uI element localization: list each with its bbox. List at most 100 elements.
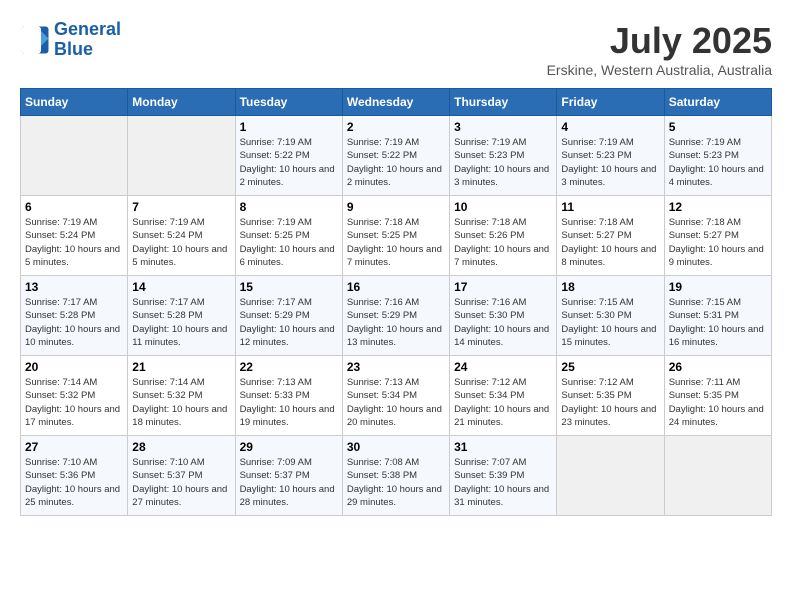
daylight-text: Daylight: 10 hours and 5 minutes. [25,243,123,270]
sunset-text: Sunset: 5:31 PM [669,309,767,322]
daylight-text: Daylight: 10 hours and 7 minutes. [454,243,552,270]
day-info: Sunrise: 7:10 AM Sunset: 5:36 PM Dayligh… [25,456,123,509]
calendar-week-2: 6 Sunrise: 7:19 AM Sunset: 5:24 PM Dayli… [21,196,772,276]
day-info: Sunrise: 7:14 AM Sunset: 5:32 PM Dayligh… [25,376,123,429]
month-title: July 2025 [547,20,772,62]
calendar-cell: 16 Sunrise: 7:16 AM Sunset: 5:29 PM Dayl… [342,276,449,356]
sunrise-text: Sunrise: 7:13 AM [347,376,445,389]
day-info: Sunrise: 7:10 AM Sunset: 5:37 PM Dayligh… [132,456,230,509]
weekday-header-thursday: Thursday [450,89,557,116]
sunrise-text: Sunrise: 7:19 AM [240,136,338,149]
sunrise-text: Sunrise: 7:17 AM [25,296,123,309]
daylight-text: Daylight: 10 hours and 19 minutes. [240,403,338,430]
day-info: Sunrise: 7:17 AM Sunset: 5:28 PM Dayligh… [25,296,123,349]
daylight-text: Daylight: 10 hours and 10 minutes. [25,323,123,350]
day-number: 6 [25,200,123,214]
day-info: Sunrise: 7:19 AM Sunset: 5:23 PM Dayligh… [669,136,767,189]
sunrise-text: Sunrise: 7:14 AM [132,376,230,389]
sunset-text: Sunset: 5:39 PM [454,469,552,482]
sunrise-text: Sunrise: 7:11 AM [669,376,767,389]
sunrise-text: Sunrise: 7:17 AM [132,296,230,309]
day-info: Sunrise: 7:17 AM Sunset: 5:29 PM Dayligh… [240,296,338,349]
calendar-cell: 29 Sunrise: 7:09 AM Sunset: 5:37 PM Dayl… [235,436,342,516]
day-info: Sunrise: 7:07 AM Sunset: 5:39 PM Dayligh… [454,456,552,509]
day-number: 20 [25,360,123,374]
sunset-text: Sunset: 5:36 PM [25,469,123,482]
sunrise-text: Sunrise: 7:12 AM [561,376,659,389]
calendar-cell: 6 Sunrise: 7:19 AM Sunset: 5:24 PM Dayli… [21,196,128,276]
day-number: 31 [454,440,552,454]
day-info: Sunrise: 7:18 AM Sunset: 5:27 PM Dayligh… [669,216,767,269]
day-info: Sunrise: 7:19 AM Sunset: 5:23 PM Dayligh… [561,136,659,189]
daylight-text: Daylight: 10 hours and 8 minutes. [561,243,659,270]
day-info: Sunrise: 7:19 AM Sunset: 5:23 PM Dayligh… [454,136,552,189]
sunset-text: Sunset: 5:25 PM [347,229,445,242]
logo-line2: Blue [54,39,93,59]
sunrise-text: Sunrise: 7:16 AM [454,296,552,309]
sunrise-text: Sunrise: 7:16 AM [347,296,445,309]
day-info: Sunrise: 7:15 AM Sunset: 5:30 PM Dayligh… [561,296,659,349]
calendar-cell: 18 Sunrise: 7:15 AM Sunset: 5:30 PM Dayl… [557,276,664,356]
day-number: 24 [454,360,552,374]
day-number: 18 [561,280,659,294]
day-info: Sunrise: 7:18 AM Sunset: 5:25 PM Dayligh… [347,216,445,269]
calendar-cell [664,436,771,516]
day-number: 12 [669,200,767,214]
sunset-text: Sunset: 5:35 PM [561,389,659,402]
daylight-text: Daylight: 10 hours and 24 minutes. [669,403,767,430]
daylight-text: Daylight: 10 hours and 31 minutes. [454,483,552,510]
sunset-text: Sunset: 5:28 PM [25,309,123,322]
calendar-week-4: 20 Sunrise: 7:14 AM Sunset: 5:32 PM Dayl… [21,356,772,436]
day-number: 11 [561,200,659,214]
sunrise-text: Sunrise: 7:18 AM [561,216,659,229]
sunrise-text: Sunrise: 7:19 AM [25,216,123,229]
location-title: Erskine, Western Australia, Australia [547,62,772,78]
calendar-cell: 30 Sunrise: 7:08 AM Sunset: 5:38 PM Dayl… [342,436,449,516]
daylight-text: Daylight: 10 hours and 28 minutes. [240,483,338,510]
sunset-text: Sunset: 5:26 PM [454,229,552,242]
sunrise-text: Sunrise: 7:15 AM [561,296,659,309]
day-info: Sunrise: 7:11 AM Sunset: 5:35 PM Dayligh… [669,376,767,429]
daylight-text: Daylight: 10 hours and 6 minutes. [240,243,338,270]
daylight-text: Daylight: 10 hours and 17 minutes. [25,403,123,430]
sunrise-text: Sunrise: 7:19 AM [347,136,445,149]
calendar-cell: 12 Sunrise: 7:18 AM Sunset: 5:27 PM Dayl… [664,196,771,276]
sunrise-text: Sunrise: 7:19 AM [454,136,552,149]
sunrise-text: Sunrise: 7:10 AM [132,456,230,469]
day-info: Sunrise: 7:14 AM Sunset: 5:32 PM Dayligh… [132,376,230,429]
daylight-text: Daylight: 10 hours and 3 minutes. [454,163,552,190]
calendar-cell: 5 Sunrise: 7:19 AM Sunset: 5:23 PM Dayli… [664,116,771,196]
calendar-cell: 9 Sunrise: 7:18 AM Sunset: 5:25 PM Dayli… [342,196,449,276]
daylight-text: Daylight: 10 hours and 4 minutes. [669,163,767,190]
day-number: 8 [240,200,338,214]
sunrise-text: Sunrise: 7:13 AM [240,376,338,389]
sunset-text: Sunset: 5:23 PM [669,149,767,162]
day-number: 4 [561,120,659,134]
day-number: 23 [347,360,445,374]
sunrise-text: Sunrise: 7:08 AM [347,456,445,469]
sunrise-text: Sunrise: 7:14 AM [25,376,123,389]
day-number: 17 [454,280,552,294]
sunset-text: Sunset: 5:28 PM [132,309,230,322]
calendar-cell [557,436,664,516]
weekday-header-saturday: Saturday [664,89,771,116]
logo-line1: General [54,19,121,39]
sunset-text: Sunset: 5:27 PM [669,229,767,242]
calendar-cell: 23 Sunrise: 7:13 AM Sunset: 5:34 PM Dayl… [342,356,449,436]
daylight-text: Daylight: 10 hours and 25 minutes. [25,483,123,510]
calendar-cell: 26 Sunrise: 7:11 AM Sunset: 5:35 PM Dayl… [664,356,771,436]
day-number: 7 [132,200,230,214]
sunset-text: Sunset: 5:29 PM [347,309,445,322]
day-number: 21 [132,360,230,374]
day-number: 14 [132,280,230,294]
sunrise-text: Sunrise: 7:18 AM [454,216,552,229]
page-header: General Blue July 2025 Erskine, Western … [20,20,772,78]
calendar-cell [21,116,128,196]
daylight-text: Daylight: 10 hours and 2 minutes. [347,163,445,190]
sunset-text: Sunset: 5:23 PM [561,149,659,162]
daylight-text: Daylight: 10 hours and 13 minutes. [347,323,445,350]
sunset-text: Sunset: 5:34 PM [454,389,552,402]
daylight-text: Daylight: 10 hours and 23 minutes. [561,403,659,430]
daylight-text: Daylight: 10 hours and 21 minutes. [454,403,552,430]
calendar-cell: 21 Sunrise: 7:14 AM Sunset: 5:32 PM Dayl… [128,356,235,436]
